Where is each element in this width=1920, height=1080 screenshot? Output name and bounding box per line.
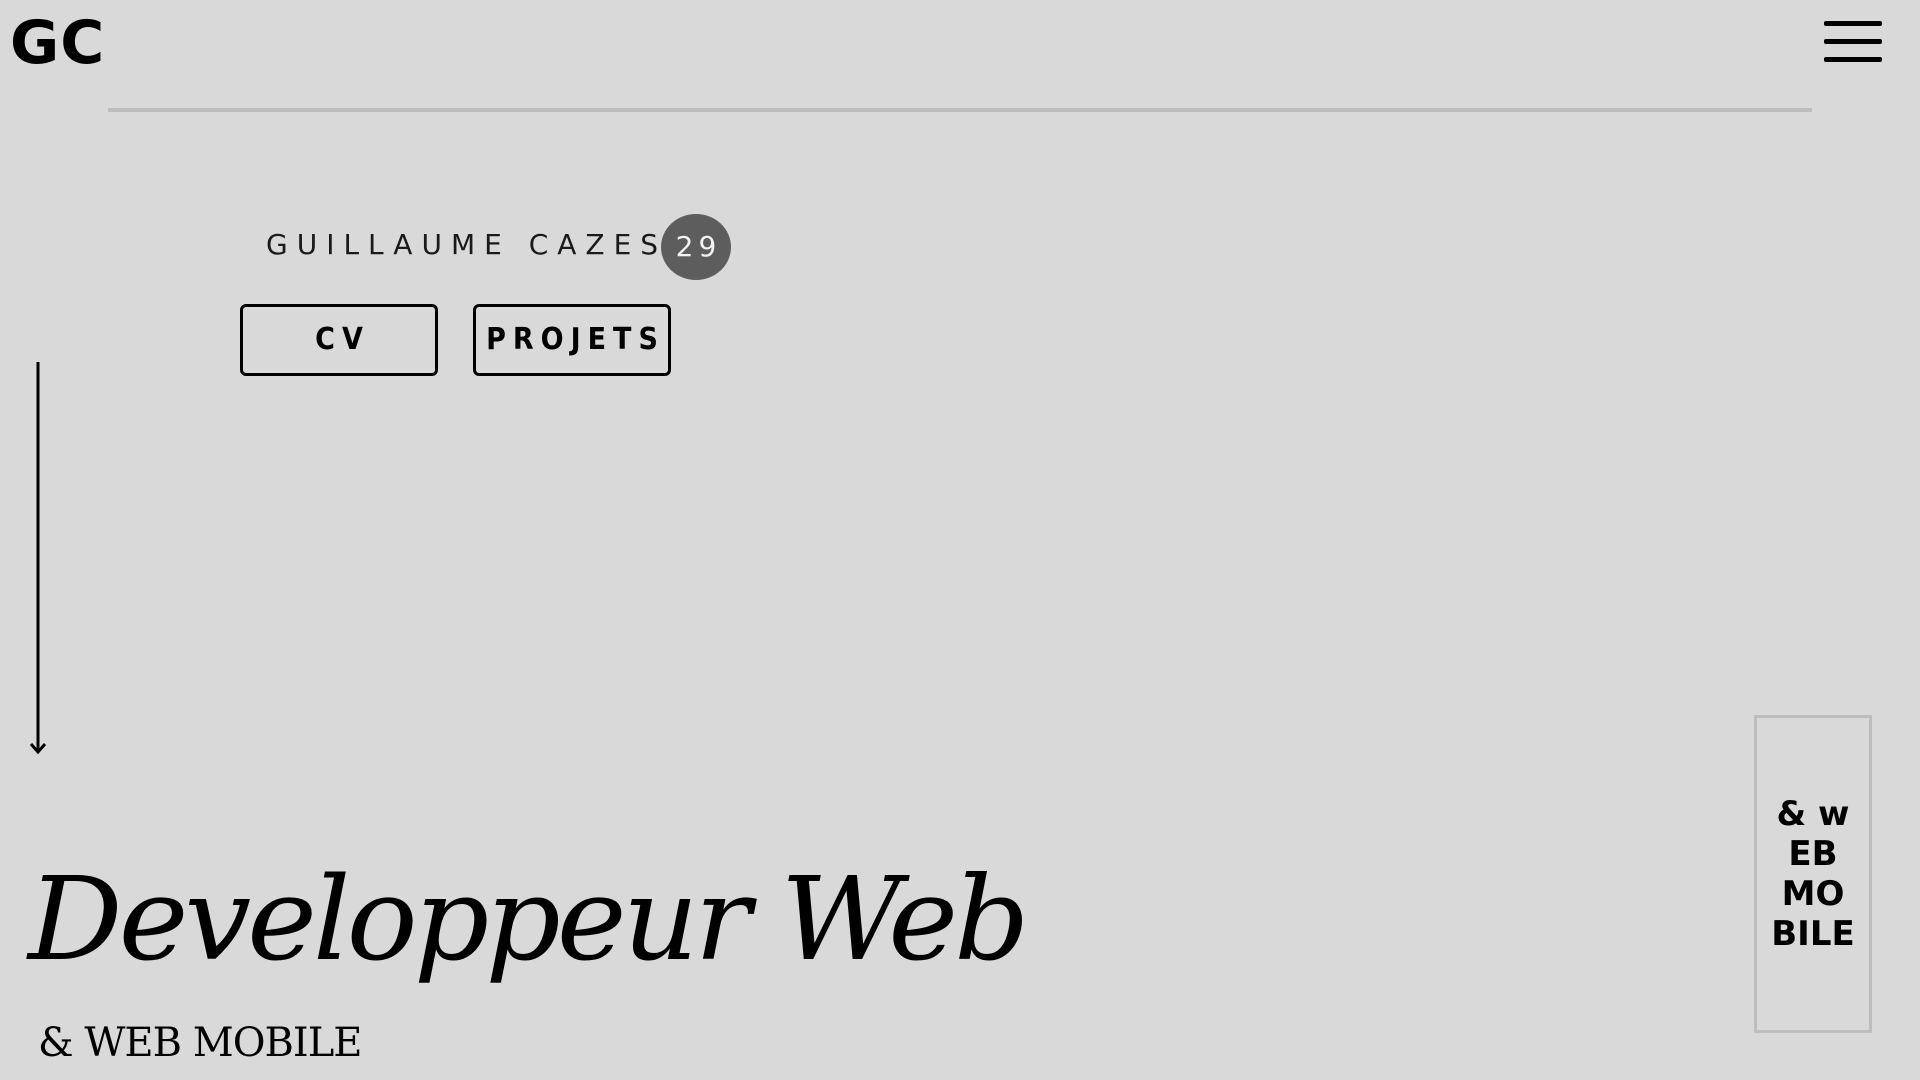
cv-button[interactable]: CV: [240, 304, 438, 376]
arrow-down-icon: [28, 362, 48, 756]
hero-subtitle: & WEB MOBILE: [38, 1020, 362, 1066]
projets-button[interactable]: PROJETS: [473, 304, 671, 376]
header-divider: [108, 108, 1812, 112]
side-label-box: & wEB MOBILE: [1754, 715, 1872, 1033]
side-label-text: & wEB MOBILE: [1771, 794, 1855, 954]
menu-bar: [1824, 21, 1882, 26]
hero-title: Developpeur Web: [28, 850, 1030, 987]
intro-section: GUILLAUME CAZES 29 CV PROJETS: [240, 212, 760, 382]
age-badge: 29: [661, 214, 731, 280]
site-logo[interactable]: GC: [10, 8, 105, 78]
menu-bar: [1824, 39, 1882, 44]
owner-name: GUILLAUME CAZES: [266, 228, 668, 261]
hamburger-menu-icon[interactable]: [1822, 18, 1884, 66]
menu-bar: [1824, 57, 1882, 62]
